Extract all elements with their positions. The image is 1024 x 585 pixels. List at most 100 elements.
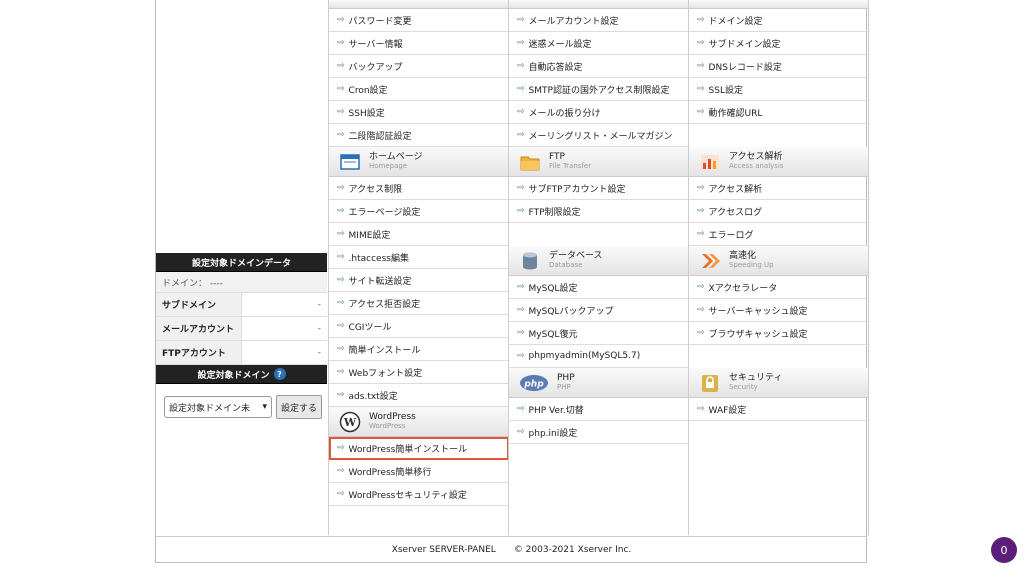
notification-badge[interactable]: 0 (991, 537, 1017, 563)
subdomain-row: サブドメイン - (156, 293, 327, 317)
menu-item[interactable]: ⇨ Webフォント設定 (329, 361, 509, 384)
arrow-icon: ⇨ (697, 84, 705, 94)
menu-item[interactable]: ⇨ 簡単インストール (329, 338, 509, 361)
menu-item[interactable]: ⇨ サブFTPアカウント設定 (509, 177, 689, 200)
menu-item-label: サーバーキャッシュ設定 (708, 306, 808, 317)
menu-item[interactable]: ⇨ WordPress簡単移行 (329, 460, 509, 483)
menu-item[interactable]: ⇨ 二段階認証設定 (329, 124, 509, 147)
section-title: セキュリティ (729, 373, 783, 383)
menu-item[interactable]: ⇨ MySQL復元 (509, 322, 689, 345)
homepage-section-header: ホームページ Homepage (329, 147, 509, 177)
menu-item[interactable]: ⇨ DNSレコード設定 (689, 55, 868, 78)
row-label: FTPアカウント (156, 341, 242, 364)
arrow-icon: ⇨ (697, 183, 705, 193)
menu-item[interactable]: ⇨ エラーページ設定 (329, 200, 509, 223)
menu-item[interactable]: ⇨ php.ini設定 (509, 421, 689, 444)
menu-item[interactable]: ⇨ SSH設定 (329, 101, 509, 124)
menu-item-label: 自動応答設定 (528, 62, 583, 73)
menu-item[interactable]: ⇨ アクセス解析 (689, 177, 868, 200)
menu-item-label: Cron設定 (348, 85, 388, 96)
menu-item[interactable]: ⇨ アクセス拒否設定 (329, 292, 509, 315)
menu-item-label: Xアクセラレータ (708, 283, 778, 294)
menu-item[interactable]: ⇨ バックアップ (329, 55, 509, 78)
account-section-header (329, 0, 509, 9)
menu-item-label: SMTP認証の国外アクセス制限設定 (528, 85, 670, 96)
section-title: データベース (549, 251, 603, 261)
menu-item[interactable]: ⇨ FTP制限設定 (509, 200, 689, 223)
menu-item[interactable]: ⇨ PHP Ver.切替 (509, 398, 689, 421)
menu-item[interactable]: ⇨ WordPressセキュリティ設定 (329, 483, 509, 506)
menu-item[interactable]: ⇨ 自動応答設定 (509, 55, 689, 78)
menu-item-label: Webフォント設定 (348, 368, 423, 379)
menu-item[interactable]: ⇨ Xアクセラレータ (689, 276, 868, 299)
svg-text:php: php (523, 379, 544, 389)
menu-item[interactable]: ⇨ Cron設定 (329, 78, 509, 101)
arrow-icon: ⇨ (337, 321, 345, 331)
domain-line: ドメイン： ---- (156, 272, 327, 293)
access-analysis-section-header: アクセス解析 Access analysis (689, 147, 868, 177)
menu-column-3: ⇨ ドメイン設定 ⇨ サブドメイン設定 ⇨ DNSレコード設定 ⇨ SSL設定 ⇨ 動作確… (688, 0, 869, 535)
menu-item[interactable]: ⇨ アクセスログ (689, 200, 868, 223)
menu-item[interactable]: ⇨ パスワード変更 (329, 9, 509, 32)
arrow-icon: ⇨ (517, 351, 525, 361)
arrow-icon: ⇨ (337, 443, 345, 453)
menu-item[interactable]: ⇨ 動作確認URL (689, 101, 868, 124)
wordpress-easy-install-item[interactable]: ⇨ WordPress簡単インストール (329, 437, 509, 460)
menu-item[interactable]: ⇨ エラーログ (689, 223, 868, 246)
menu-item-label: 簡単インストール (348, 345, 421, 356)
menu-item-label: アクセス制限 (348, 184, 403, 195)
menu-item[interactable]: ⇨ ブラウザキャッシュ設定 (689, 322, 868, 345)
arrow-icon: ⇨ (337, 367, 345, 377)
menu-item-label: サブドメイン設定 (708, 39, 781, 50)
arrow-icon: ⇨ (517, 183, 525, 193)
menu-item-label: SSH設定 (348, 108, 385, 119)
menu-item-label: MySQLバックアップ (528, 306, 614, 317)
target-domain-title: 設定対象ドメイン ? (156, 365, 327, 384)
menu-item[interactable]: ⇨ サーバーキャッシュ設定 (689, 299, 868, 322)
menu-item-label: CGIツール (348, 322, 392, 333)
menu-item[interactable]: ⇨ アクセス制限 (329, 177, 509, 200)
menu-item[interactable]: ⇨ サイト転送設定 (329, 269, 509, 292)
menu-item[interactable]: ⇨ MySQL設定 (509, 276, 689, 299)
section-subtitle: Homepage (369, 162, 408, 170)
homepage-icon (340, 153, 360, 170)
arrow-icon: ⇨ (337, 107, 345, 117)
menu-item[interactable]: ⇨ ドメイン設定 (689, 9, 868, 32)
menu-item[interactable]: ⇨ CGIツール (329, 315, 509, 338)
target-domain-label: 設定対象ドメイン (197, 370, 270, 381)
speed-section-header: 高速化 Speeding Up (689, 246, 868, 276)
menu-item-label: WordPress簡単インストール (348, 444, 468, 455)
php-section-header: php PHP PHP (509, 368, 689, 398)
menu-item-label: MySQL設定 (528, 283, 578, 294)
database-icon (523, 252, 537, 269)
arrow-icon: ⇨ (337, 38, 345, 48)
help-icon[interactable]: ? (273, 368, 286, 380)
arrow-icon: ⇨ (517, 84, 525, 94)
menu-item-label: サーバー情報 (348, 39, 403, 50)
menu-item[interactable]: ⇨ サーバー情報 (329, 32, 509, 55)
menu-item[interactable]: ⇨ メールアカウント設定 (509, 9, 689, 32)
speed-arrows-icon (702, 253, 720, 268)
menu-item[interactable]: ⇨ ads.txt設定 (329, 384, 509, 407)
menu-item[interactable]: ⇨ SMTP認証の国外アクセス制限設定 (509, 78, 689, 101)
arrow-icon: ⇨ (697, 282, 705, 292)
domain-select[interactable]: 設定対象ドメイン未 ▾ (164, 396, 272, 418)
menu-item-label: ブラウザキャッシュ設定 (708, 329, 808, 340)
menu-item[interactable]: ⇨ サブドメイン設定 (689, 32, 868, 55)
menu-item-label: DNSレコード設定 (708, 62, 782, 73)
row-value: - (317, 299, 321, 310)
menu-item[interactable]: ⇨ 迷惑メール設定 (509, 32, 689, 55)
menu-item[interactable]: ⇨ WAF設定 (689, 398, 868, 421)
menu-item[interactable]: ⇨ メーリングリスト・メールマガジン (509, 124, 689, 147)
set-domain-button[interactable]: 設定する (276, 395, 323, 419)
arrow-icon: ⇨ (697, 38, 705, 48)
menu-item[interactable]: ⇨ MySQLバックアップ (509, 299, 689, 322)
menu-item[interactable]: ⇨ MIME設定 (329, 223, 509, 246)
menu-item[interactable]: ⇨ phpmyadmin(MySQL5.7) (509, 345, 689, 368)
arrow-icon: ⇨ (697, 229, 705, 239)
menu-item[interactable]: ⇨ SSL設定 (689, 78, 868, 101)
arrow-icon: ⇨ (337, 252, 345, 262)
row-label: メールアカウント (156, 317, 242, 340)
menu-item[interactable]: ⇨ メールの振り分け (509, 101, 689, 124)
menu-item[interactable]: ⇨ .htaccess編集 (329, 246, 509, 269)
